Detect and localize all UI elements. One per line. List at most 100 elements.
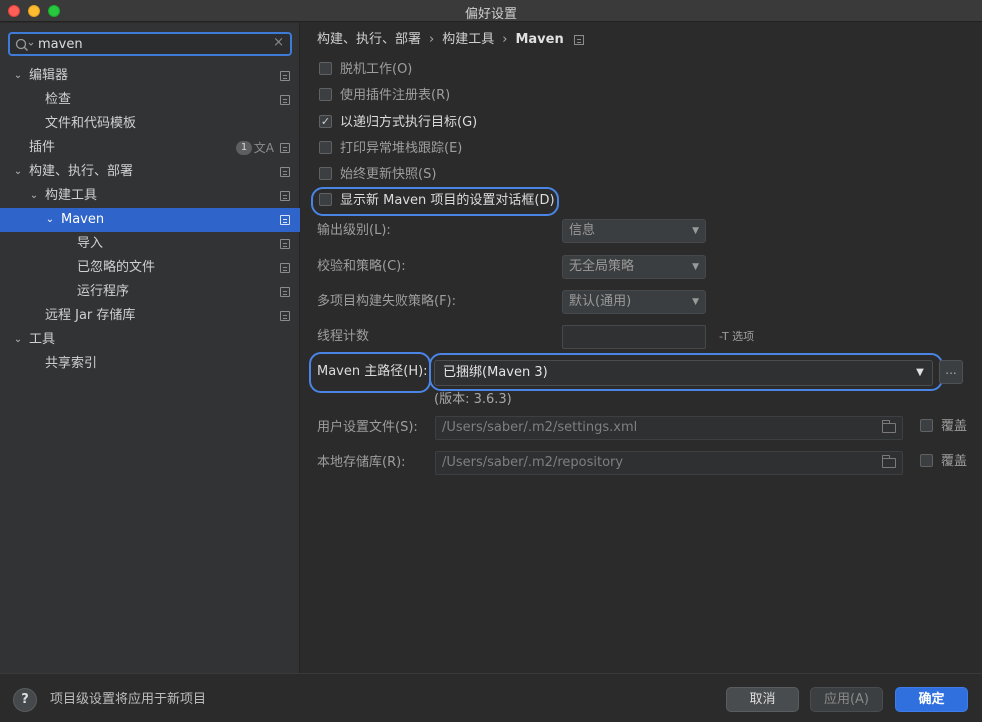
settings-sidebar: × ⌄ 编辑器 检查 文件和代码模板 插件 1 文A ⌄ 构建、执行、部署 ⌄ … [0, 23, 300, 673]
search-input[interactable] [38, 35, 268, 53]
checkbox-label: 打印异常堆栈跟踪(E) [340, 141, 463, 156]
recursive-goals-checkbox[interactable]: ✓ [319, 115, 332, 128]
breadcrumb: 构建、执行、部署 › 构建工具 › Maven [317, 30, 584, 50]
sidebar-item-plugins[interactable]: 插件 1 文A [0, 136, 300, 160]
sidebar-item-label: 远程 Jar 存储库 [45, 308, 136, 323]
output-level-select[interactable]: 信息 ▼ [562, 219, 706, 243]
project-settings-icon [280, 215, 290, 225]
update-snapshots-checkbox[interactable] [319, 167, 332, 180]
breadcrumb-current: Maven [515, 32, 564, 47]
browse-maven-home-button[interactable]: ... [939, 360, 963, 384]
plugin-registry-checkbox[interactable] [319, 88, 332, 101]
checkbox-label: 以递归方式执行目标(G) [340, 115, 478, 130]
ok-button[interactable]: 确定 [895, 687, 968, 712]
checkbox-row-update-snapshots[interactable]: 始终更新快照(S) [319, 165, 436, 185]
checkbox-row-work-offline[interactable]: 脱机工作(O) [319, 60, 412, 80]
dropdown-arrow-icon[interactable]: ▼ [908, 361, 932, 385]
local-repo-label: 本地存储库(R): [317, 455, 406, 470]
override-local-repo-checkbox[interactable] [920, 454, 933, 467]
sidebar-item-label: 构建、执行、部署 [29, 164, 134, 179]
window-titlebar: 偏好设置 [0, 0, 982, 22]
translate-icon: 文A [253, 141, 274, 155]
maven-home-select[interactable]: 已捆绑(Maven 3) ▼ [434, 360, 933, 386]
show-settings-dialog-checkbox[interactable] [319, 193, 332, 206]
output-level-value: 信息 [569, 223, 596, 238]
dropdown-arrow-icon: ▼ [692, 262, 699, 272]
sidebar-item-file-templates[interactable]: 文件和代码模板 [0, 112, 300, 136]
project-settings-icon [280, 143, 290, 153]
clear-search-icon[interactable]: × [273, 35, 284, 50]
sidebar-item-label: 工具 [29, 332, 56, 347]
checksum-policy-select[interactable]: 无全局策略 ▼ [562, 255, 706, 279]
checkbox-label: 脱机工作(O) [340, 62, 413, 77]
project-settings-icon [280, 287, 290, 297]
maven-home-label: Maven 主路径(H): [317, 364, 428, 379]
plugin-update-badge: 1 [236, 141, 252, 155]
sidebar-item-editor[interactable]: ⌄ 编辑器 [0, 64, 300, 88]
sidebar-item-label: 共享索引 [45, 356, 98, 371]
maven-settings-panel: 构建、执行、部署 › 构建工具 › Maven 脱机工作(O) 使用插件注册表(R) ✓… [301, 23, 982, 673]
sidebar-item-label: 已忽略的文件 [77, 260, 156, 275]
user-settings-field[interactable]: /Users/saber/.m2/settings.xml [435, 416, 903, 440]
project-settings-icon [280, 167, 290, 177]
multiproject-fail-policy-select[interactable]: 默认(通用) ▼ [562, 290, 706, 314]
sidebar-item-label: 编辑器 [29, 68, 69, 83]
project-settings-icon [280, 263, 290, 273]
checkbox-label: 使用插件注册表(R) [340, 88, 451, 103]
project-settings-icon [280, 71, 290, 81]
chevron-down-icon[interactable]: ⌄ [28, 184, 40, 208]
override-local-repo[interactable]: 覆盖 [920, 452, 967, 472]
project-settings-icon [280, 191, 290, 201]
apply-button[interactable]: 应用(A) [810, 687, 883, 712]
project-settings-icon [573, 34, 584, 45]
work-offline-checkbox[interactable] [319, 62, 332, 75]
folder-icon[interactable] [882, 420, 896, 433]
project-settings-icon [280, 311, 290, 321]
sidebar-item-inspections[interactable]: 检查 [0, 88, 300, 112]
user-settings-label: 用户设置文件(S): [317, 420, 418, 435]
chevron-down-icon[interactable]: ⌄ [44, 208, 56, 232]
dropdown-arrow-icon: ▼ [692, 226, 699, 236]
sidebar-item-build-tools[interactable]: ⌄ 构建工具 [0, 184, 300, 208]
checksum-policy-value: 无全局策略 [569, 259, 635, 274]
breadcrumb-item: 构建工具 [442, 32, 495, 47]
local-repo-path: /Users/saber/.m2/repository [442, 455, 624, 470]
sidebar-item-ignored-files[interactable]: 已忽略的文件 [0, 256, 300, 280]
sidebar-item-tools[interactable]: ⌄ 工具 [0, 328, 300, 352]
breadcrumb-separator: › [429, 32, 435, 47]
override-user-settings[interactable]: 覆盖 [920, 417, 967, 437]
checkbox-label: 显示新 Maven 项目的设置对话框(D) [340, 193, 555, 208]
cancel-button[interactable]: 取消 [726, 687, 799, 712]
override-label: 覆盖 [941, 419, 968, 434]
override-user-settings-checkbox[interactable] [920, 419, 933, 432]
sidebar-item-remote-jar-repos[interactable]: 远程 Jar 存储库 [0, 304, 300, 328]
local-repo-field[interactable]: /Users/saber/.m2/repository [435, 451, 903, 475]
folder-icon[interactable] [882, 455, 896, 468]
checkbox-row-print-stacktraces[interactable]: 打印异常堆栈跟踪(E) [319, 139, 462, 159]
project-settings-icon [280, 239, 290, 249]
thread-count-input[interactable] [562, 325, 706, 349]
checksum-policy-label: 校验和策略(C): [317, 259, 406, 274]
sidebar-item-build-execution-deployment[interactable]: ⌄ 构建、执行、部署 [0, 160, 300, 184]
maven-home-value: 已捆绑(Maven 3) [443, 365, 548, 380]
chevron-down-icon[interactable]: ⌄ [12, 64, 24, 88]
chevron-down-icon[interactable]: ⌄ [12, 328, 24, 352]
sidebar-item-runner[interactable]: 运行程序 [0, 280, 300, 304]
thread-count-hint: -T 选项 [719, 330, 755, 343]
search-icon[interactable] [15, 37, 35, 53]
sidebar-item-label: 运行程序 [77, 284, 130, 299]
sidebar-item-shared-indexes[interactable]: 共享索引 [0, 352, 300, 376]
checkbox-row-recursive-goals[interactable]: ✓ 以递归方式执行目标(G) [319, 113, 477, 133]
sidebar-item-label: 文件和代码模板 [45, 116, 137, 131]
print-stacktraces-checkbox[interactable] [319, 141, 332, 154]
output-level-label: 输出级别(L): [317, 223, 391, 238]
sidebar-item-importing[interactable]: 导入 [0, 232, 300, 256]
sidebar-item-maven[interactable]: ⌄ Maven [0, 208, 300, 232]
checkbox-row-plugin-registry[interactable]: 使用插件注册表(R) [319, 86, 450, 106]
chevron-down-icon[interactable]: ⌄ [12, 160, 24, 184]
help-button[interactable]: ? [13, 688, 37, 712]
search-box[interactable]: × [8, 32, 292, 56]
checkbox-row-show-settings-dialog[interactable]: 显示新 Maven 项目的设置对话框(D) [319, 191, 555, 211]
project-settings-icon [280, 95, 290, 105]
multiproject-fail-policy-label: 多项目构建失败策略(F): [317, 294, 457, 309]
